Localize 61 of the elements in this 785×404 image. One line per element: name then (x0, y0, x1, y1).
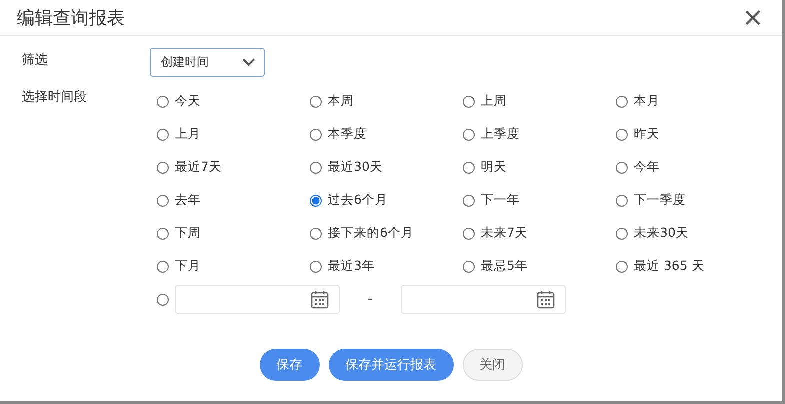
period-option[interactable]: 下一年 (463, 184, 616, 217)
period-option[interactable]: 下月 (157, 250, 310, 283)
period-option[interactable]: 下一季度 (616, 184, 769, 217)
period-option[interactable]: 过去6个月 (310, 184, 463, 217)
period-option[interactable]: 去年 (157, 184, 310, 217)
period-option[interactable]: 今年 (616, 151, 769, 184)
radio-button[interactable] (310, 162, 322, 174)
period-option[interactable]: 最忌5年 (463, 250, 616, 283)
radio-button[interactable] (463, 162, 475, 174)
period-option[interactable]: 最近7天 (157, 151, 310, 184)
radio-button[interactable] (463, 96, 475, 108)
period-option[interactable]: 明天 (463, 151, 616, 184)
radio-button[interactable] (616, 96, 628, 108)
calendar-icon (536, 290, 555, 309)
period-option[interactable]: 上季度 (463, 118, 616, 151)
period-option[interactable]: 最近3年 (310, 250, 463, 283)
period-option[interactable]: 本周 (310, 85, 463, 118)
period-option[interactable]: 下周 (157, 217, 310, 250)
period-option[interactable]: 最近 365 天 (616, 250, 769, 283)
radio-button[interactable] (616, 194, 628, 206)
date-field[interactable] (400, 285, 566, 314)
period-option[interactable]: 上月 (157, 118, 310, 151)
radio-button[interactable] (463, 260, 475, 272)
radio-button[interactable] (157, 128, 169, 140)
period-option[interactable]: 未来7天 (463, 217, 616, 250)
radio-button[interactable] (463, 194, 475, 206)
radio-button[interactable] (616, 260, 628, 272)
radio-button[interactable] (157, 162, 169, 174)
period-option[interactable]: 昨天 (616, 118, 769, 151)
radio-button[interactable] (157, 260, 169, 272)
calendar-icon (311, 290, 329, 309)
radio-button[interactable] (616, 228, 628, 240)
dialog-title: 编辑查询报表 (17, 6, 125, 30)
radio-button[interactable] (616, 128, 628, 140)
period-option[interactable]: 上周 (463, 85, 616, 118)
filter-label: 筛选 (22, 52, 49, 70)
period-label: 选择时间段 (22, 89, 88, 107)
date-field[interactable] (175, 285, 340, 314)
radio-button[interactable] (157, 228, 169, 240)
radio-button[interactable] (157, 96, 169, 108)
radio-button[interactable] (157, 194, 169, 206)
radio-button[interactable] (310, 228, 322, 240)
period-option[interactable]: 本月 (616, 85, 769, 118)
filter-dropdown[interactable]: 创建时间 (150, 48, 265, 77)
caret-icon (242, 58, 256, 67)
range-separator: - (368, 292, 373, 307)
period-option[interactable]: 今天 (157, 85, 310, 118)
dialog-button[interactable]: 关闭 (462, 349, 522, 381)
period-option[interactable]: 本季度 (310, 118, 463, 151)
radio-button[interactable] (310, 194, 322, 206)
period-option[interactable]: 接下来的6个月 (310, 217, 463, 250)
radio-button[interactable] (310, 260, 322, 272)
radio-button[interactable] (616, 162, 628, 174)
radio-button[interactable] (310, 128, 322, 140)
period-option[interactable]: 最近30天 (310, 151, 463, 184)
close-button[interactable]: × (742, 4, 764, 30)
radio-button[interactable] (310, 96, 322, 108)
radio-button[interactable] (463, 128, 475, 140)
radio-button[interactable] (157, 294, 169, 306)
period-option[interactable]: 未来30天 (616, 217, 769, 250)
radio-button[interactable] (463, 228, 475, 240)
